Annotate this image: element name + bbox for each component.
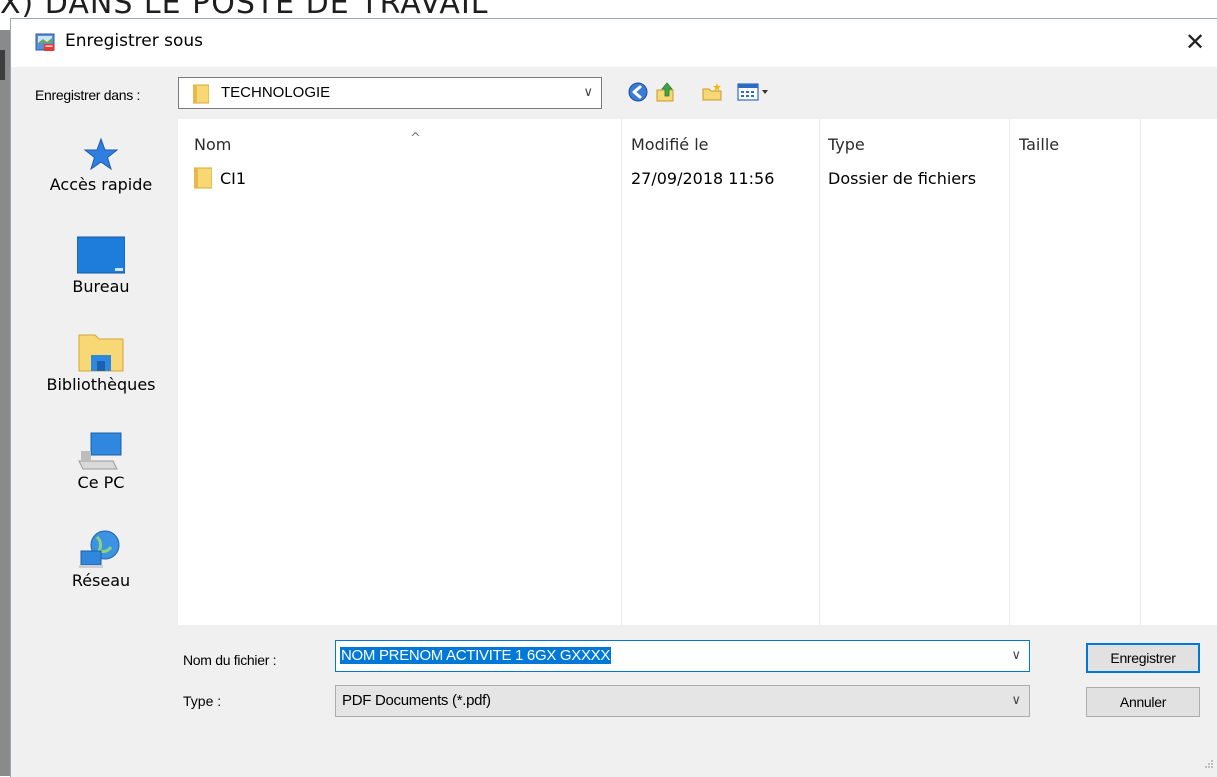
dialog-title: Enregistrer sous bbox=[65, 31, 203, 51]
place-label: Bibliothèques bbox=[46, 375, 156, 394]
network-icon bbox=[79, 530, 120, 568]
save-in-label: Enregistrer dans : bbox=[35, 87, 141, 103]
column-separator bbox=[819, 119, 820, 625]
item-name: CI1 bbox=[220, 169, 247, 188]
item-modified: 27/09/2018 11:56 bbox=[631, 169, 775, 188]
list-item[interactable]: CI1 27/09/2018 11:56 Dossier de fichiers bbox=[178, 163, 1217, 193]
place-label: Réseau bbox=[71, 571, 131, 590]
column-header-type[interactable]: Type bbox=[828, 135, 865, 154]
libraries-icon bbox=[78, 334, 124, 372]
column-header-modified[interactable]: Modifié le bbox=[631, 135, 709, 154]
save-as-dialog: Enregistrer sous ✕ Enregistrer dans : TE… bbox=[10, 18, 1217, 777]
column-separator bbox=[1009, 119, 1010, 625]
file-type-label: Type : bbox=[183, 693, 222, 709]
places-bar: Accès rapide Bureau Bibliothèques Ce PC … bbox=[25, 119, 177, 639]
place-label: Ce PC bbox=[77, 473, 125, 492]
background-window-edge bbox=[0, 30, 10, 776]
new-folder-icon[interactable] bbox=[701, 81, 723, 103]
place-quick-access[interactable]: Accès rapide bbox=[25, 137, 177, 194]
file-list[interactable]: Nom ^ Modifié le Type Taille CI1 27/09/2… bbox=[178, 119, 1217, 625]
column-header-size[interactable]: Taille bbox=[1019, 135, 1059, 154]
place-desktop[interactable]: Bureau bbox=[25, 235, 177, 296]
item-type: Dossier de fichiers bbox=[828, 169, 977, 188]
cancel-button[interactable]: Annuler bbox=[1086, 687, 1200, 717]
place-this-pc[interactable]: Ce PC bbox=[25, 431, 177, 492]
app-icon bbox=[35, 33, 55, 51]
folder-icon bbox=[193, 84, 209, 104]
file-type-select[interactable]: PDF Documents (*.pdf) ∨ bbox=[335, 685, 1030, 717]
place-label: Accès rapide bbox=[49, 175, 153, 194]
chevron-down-icon[interactable]: ∨ bbox=[583, 84, 593, 100]
title-bar[interactable]: Enregistrer sous ✕ bbox=[11, 19, 1217, 67]
place-label: Bureau bbox=[72, 277, 130, 296]
column-separator bbox=[621, 119, 622, 625]
back-icon[interactable] bbox=[627, 81, 649, 103]
save-in-value: TECHNOLOGIE bbox=[221, 84, 331, 101]
column-header-name[interactable]: Nom ^ bbox=[194, 131, 421, 154]
file-name-label: Nom du fichier : bbox=[183, 652, 277, 668]
sort-ascending-icon: ^ bbox=[410, 131, 421, 146]
star-icon bbox=[83, 137, 119, 171]
folder-icon bbox=[194, 167, 212, 189]
up-folder-icon[interactable] bbox=[655, 81, 677, 103]
chevron-down-icon[interactable]: ∨ bbox=[1011, 692, 1021, 708]
resize-grip-icon[interactable] bbox=[1204, 759, 1214, 769]
background-window-edge-dark bbox=[0, 50, 5, 80]
file-name-value[interactable]: NOM PRENOM ACTIVITE 1 6GX GXXXX bbox=[340, 647, 612, 664]
close-button[interactable]: ✕ bbox=[1172, 19, 1217, 67]
view-menu-icon[interactable] bbox=[737, 81, 771, 103]
place-network[interactable]: Réseau bbox=[25, 529, 177, 590]
place-libraries[interactable]: Bibliothèques bbox=[25, 333, 177, 394]
chevron-down-icon[interactable]: ∨ bbox=[1011, 647, 1021, 663]
file-type-value: PDF Documents (*.pdf) bbox=[342, 692, 491, 709]
desktop-icon bbox=[77, 236, 125, 274]
computer-icon bbox=[78, 432, 122, 470]
save-in-combobox[interactable]: TECHNOLOGIE ∨ bbox=[178, 77, 602, 109]
column-separator bbox=[1140, 119, 1141, 625]
save-button[interactable]: Enregistrer bbox=[1086, 643, 1200, 673]
file-name-input[interactable]: NOM PRENOM ACTIVITE 1 6GX GXXXX ∨ bbox=[335, 640, 1030, 672]
